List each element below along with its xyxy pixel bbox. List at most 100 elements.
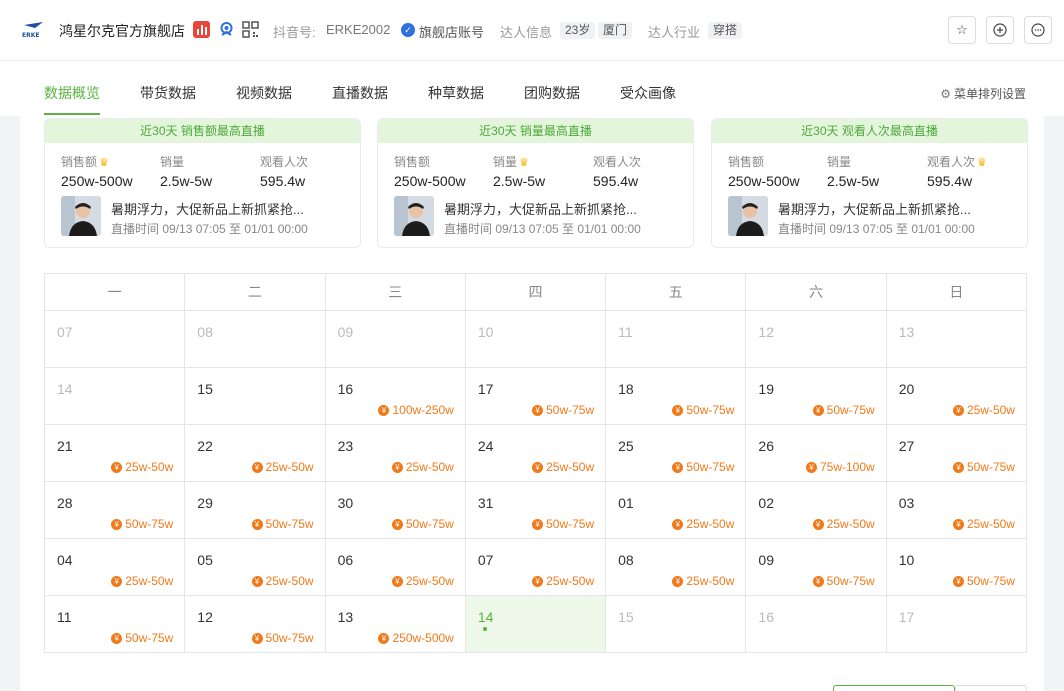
bottom-button-secondary[interactable]: [955, 685, 1027, 691]
calendar-day[interactable]: 15: [185, 368, 326, 425]
tab-live-data[interactable]: 直播数据: [332, 83, 388, 103]
industry-label: 达人行业: [648, 25, 701, 40]
sales-range-value: 50w-75w: [966, 574, 1015, 588]
tab-audience[interactable]: 受众画像: [620, 83, 676, 103]
calendar-day[interactable]: 23 ¥25w-50w: [325, 425, 466, 482]
calendar-day[interactable]: 04 ¥25w-50w: [45, 539, 186, 596]
tab-overview[interactable]: 数据概览: [44, 83, 100, 103]
calendar-day[interactable]: 03 ¥25w-50w: [886, 482, 1027, 539]
day-sales-range: ¥25w-50w: [952, 517, 1015, 531]
calendar-day[interactable]: 24 ¥25w-50w: [465, 425, 607, 482]
day-number: 02: [758, 495, 774, 511]
day-sales-range: ¥50w-75w: [952, 460, 1015, 474]
calendar-day-today[interactable]: 14: [465, 596, 607, 653]
calendar-day[interactable]: 05 ¥25w-50w: [185, 539, 326, 596]
top-live-card[interactable]: 近30天 观看人次最高直播 销售额 250w-500w 销量 2.5w-5w 观…: [711, 118, 1028, 248]
calendar-day[interactable]: 13 ¥250w-500w: [325, 596, 466, 653]
weekday-label: 日: [886, 274, 1027, 311]
account-badge-icon[interactable]: [218, 21, 235, 38]
calendar-day[interactable]: 09 ¥50w-75w: [746, 539, 887, 596]
card-metric: 销售额 250w-500w: [394, 153, 466, 189]
day-sales-range: ¥50w-75w: [111, 517, 173, 531]
calendar-day[interactable]: 25 ¥50w-75w: [606, 425, 747, 482]
live-title[interactable]: 暑期浮力，大促新品上新抓紧抢...: [444, 199, 637, 218]
calendar-day[interactable]: 19 ¥50w-75w: [746, 368, 887, 425]
live-sales-calendar: 一二三四五六日 07 08 09 10 11 12 13 14 15 16 ¥100w-250w 17 ¥…: [44, 273, 1027, 653]
day-sales-range: ¥25w-50w: [812, 517, 875, 531]
tab-group-buy-data[interactable]: 团购数据: [524, 83, 580, 103]
bottom-button-primary[interactable]: [833, 685, 955, 691]
tab-sales-data[interactable]: 带货数据: [140, 83, 196, 103]
coin-icon: ¥: [251, 518, 263, 530]
day-number: 01: [618, 495, 634, 511]
calendar-day[interactable]: 30 ¥50w-75w: [325, 482, 466, 539]
crown-icon: ♛: [99, 157, 109, 169]
age-tag: 23岁: [560, 22, 596, 39]
coin-icon: ¥: [251, 575, 263, 587]
calendar-day[interactable]: 08 ¥25w-50w: [606, 539, 747, 596]
favorite-button[interactable]: ☆: [948, 16, 976, 44]
live-thumbnail[interactable]: [61, 196, 101, 236]
data-chart-icon[interactable]: [193, 21, 210, 38]
live-thumbnail[interactable]: [394, 196, 434, 236]
calendar-day: 17: [886, 596, 1027, 653]
live-thumbnail[interactable]: [728, 196, 768, 236]
sales-range-value: 50w-75w: [265, 517, 314, 531]
weekday-label: 一: [45, 274, 186, 311]
metric-label: 销售额: [61, 155, 98, 169]
tab-video-data[interactable]: 视频数据: [236, 83, 292, 103]
calendar-day[interactable]: 10 ¥50w-75w: [886, 539, 1027, 596]
add-button[interactable]: [986, 16, 1014, 44]
sales-range-value: 25w-50w: [546, 460, 595, 474]
day-number: 15: [618, 609, 634, 625]
calendar-day[interactable]: 20 ¥25w-50w: [886, 368, 1027, 425]
card-metric: 销量 ♛ 2.5w-5w: [493, 153, 545, 189]
calendar-day[interactable]: 07 ¥25w-50w: [465, 539, 607, 596]
day-number: 16: [337, 381, 354, 397]
day-number: 22: [197, 438, 213, 454]
calendar-day[interactable]: 21 ¥25w-50w: [45, 425, 186, 482]
calendar-day[interactable]: 31 ¥50w-75w: [465, 482, 607, 539]
calendar-day: 09: [325, 311, 466, 368]
tab-bar: 数据概览 带货数据 视频数据 直播数据 种草数据 团购数据 受众画像 ⚙ 菜单排列…: [0, 61, 1064, 116]
calendar-day[interactable]: 12 ¥50w-75w: [185, 596, 326, 653]
metric-value: 250w-500w: [728, 173, 800, 189]
calendar-day[interactable]: 29 ¥50w-75w: [185, 482, 326, 539]
calendar-day[interactable]: 27 ¥50w-75w: [886, 425, 1027, 482]
coin-icon: ¥: [672, 575, 684, 587]
calendar-day[interactable]: 28 ¥50w-75w: [45, 482, 186, 539]
menu-order-settings-button[interactable]: ⚙ 菜单排列设置: [940, 85, 1026, 102]
calendar-day[interactable]: 02 ¥25w-50w: [746, 482, 887, 539]
shop-name: 鸿星尔克官方旗舰店: [59, 23, 185, 39]
today-dot: [482, 627, 487, 631]
calendar-day[interactable]: 16 ¥100w-250w: [325, 368, 466, 425]
calendar-day[interactable]: 22 ¥25w-50w: [185, 425, 326, 482]
active-tab-indicator: [44, 113, 100, 115]
menu-settings-label: 菜单排列设置: [953, 87, 1026, 101]
coin-icon: ¥: [672, 461, 684, 473]
more-button[interactable]: [1024, 16, 1052, 44]
qr-code-icon[interactable]: [242, 21, 259, 38]
day-number: 05: [197, 552, 213, 568]
calendar-day[interactable]: 06 ¥25w-50w: [325, 539, 466, 596]
calendar-day[interactable]: 01 ¥25w-50w: [606, 482, 747, 539]
calendar-day[interactable]: 26 ¥75w-100w: [746, 425, 887, 482]
day-number: 07: [57, 324, 73, 340]
live-title[interactable]: 暑期浮力，大促新品上新抓紧抢...: [111, 199, 304, 218]
top-live-card[interactable]: 近30天 销售额最高直播 销售额 ♛ 250w-500w 销量 2.5w-5w 观…: [44, 118, 361, 248]
metric-value: 595.4w: [260, 173, 306, 189]
douyin-id: ERKE2002: [326, 22, 391, 37]
day-sales-range: ¥250w-500w: [378, 631, 454, 645]
metric-label: 观看人次: [260, 155, 309, 169]
calendar-day[interactable]: 11 ¥50w-75w: [45, 596, 186, 653]
coin-icon: ¥: [952, 518, 964, 530]
calendar-day[interactable]: 17 ¥50w-75w: [465, 368, 607, 425]
day-sales-range: ¥100w-250w: [378, 403, 454, 417]
top-live-card[interactable]: 近30天 销量最高直播 销售额 250w-500w 销量 ♛ 2.5w-5w 观看…: [377, 118, 694, 248]
tab-seeding-data[interactable]: 种草数据: [428, 83, 484, 103]
card-metric: 销售额 ♛ 250w-500w: [61, 153, 133, 189]
calendar-day[interactable]: 18 ¥50w-75w: [606, 368, 747, 425]
day-number: 12: [758, 324, 774, 340]
live-title[interactable]: 暑期浮力，大促新品上新抓紧抢...: [778, 199, 971, 218]
day-number: 13: [337, 609, 354, 625]
